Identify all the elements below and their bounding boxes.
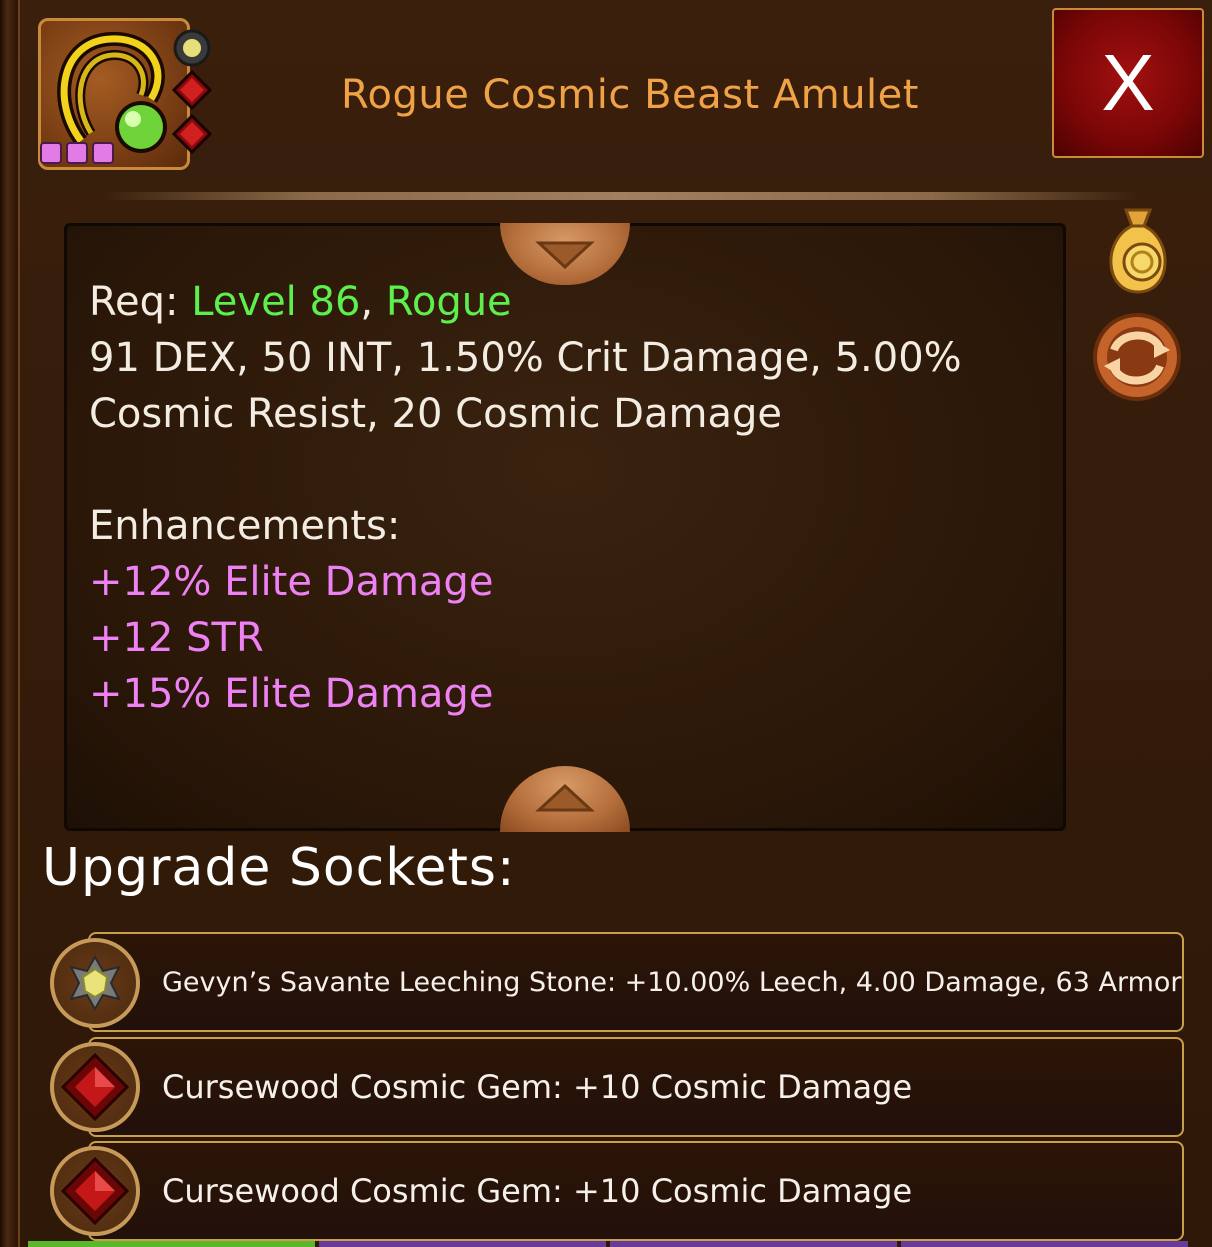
stats-line-1: 91 DEX, 50 INT, 1.50% Crit Damage, 5.00% [89,335,962,381]
item-description-text: Req: Level 86, Rogue 91 DEX, 50 INT, 1.5… [89,274,1049,828]
bottom-tab [319,1241,606,1247]
socket-row-text: Gevyn’s Savante Leeching Stone: +10.00% … [162,966,1182,998]
socket-row-text: Cursewood Cosmic Gem: +10 Cosmic Damage [162,1172,913,1210]
bottom-tab-strip [28,1241,1188,1247]
gold-bag-icon [1109,208,1167,294]
bottom-tab [610,1241,897,1247]
socket-row[interactable]: Cursewood Cosmic Gem: +10 Cosmic Damage [88,1037,1184,1137]
enhancement-line: +12 STR [89,615,264,661]
bottom-tab [28,1241,315,1247]
req-class: Rogue [385,279,512,325]
item-socket-indicators [168,28,214,172]
socket-row[interactable]: Gevyn’s Savante Leeching Stone: +10.00% … [88,932,1184,1032]
req-separator: , [360,279,374,325]
socket-row[interactable]: Cursewood Cosmic Gem: +10 Cosmic Damage [88,1141,1184,1241]
close-icon: X [1101,38,1155,127]
enhancement-line: +15% Elite Damage [89,671,494,717]
enhancement-pip [92,142,114,164]
triangle-down-icon [535,241,595,269]
red-gem-icon [50,1146,140,1236]
item-title: Rogue Cosmic Beast Amulet [341,72,919,118]
upgrade-sockets-title: Upgrade Sockets: [42,838,516,898]
window-frame-left [0,0,20,1247]
enhancement-pip [66,142,88,164]
socket-row-text: Cursewood Cosmic Gem: +10 Cosmic Damage [162,1068,913,1106]
swap-button[interactable] [1090,310,1184,404]
req-level: Level 86 [191,279,361,325]
red-gem-icon [50,1042,140,1132]
swap-arrows-icon [1093,313,1181,401]
req-label: Req: [89,279,179,325]
stats-line-2: Cosmic Resist, 20 Cosmic Damage [89,391,782,437]
enhancement-pips [40,142,114,164]
sell-bag-button[interactable] [1098,200,1178,296]
triangle-up-icon [535,784,595,812]
title-divider [100,192,1140,200]
bottom-tab [901,1241,1188,1247]
leeching-stone-icon [50,938,140,1028]
close-button[interactable]: X [1052,8,1204,158]
item-description-panel[interactable]: Req: Level 86, Rogue 91 DEX, 50 INT, 1.5… [64,223,1066,831]
enhancements-header: Enhancements: [89,503,401,549]
enhancement-line: +12% Elite Damage [89,559,494,605]
enhancement-pip [40,142,62,164]
